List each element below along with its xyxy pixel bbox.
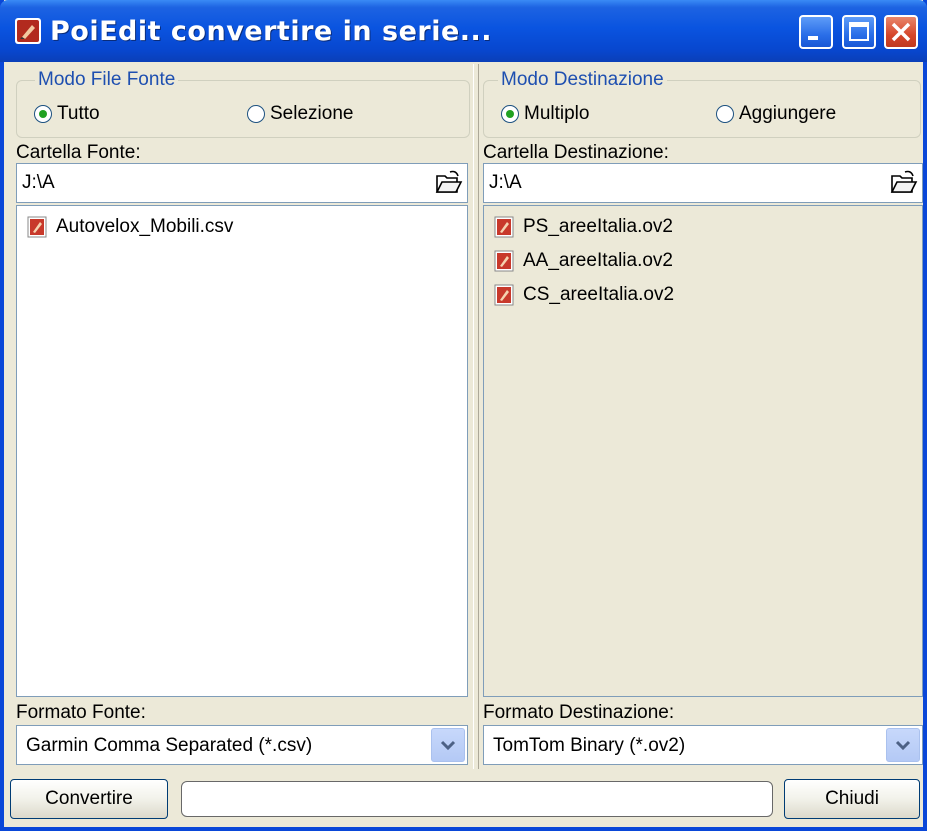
source-radio-selezione[interactable]: Selezione	[247, 103, 353, 125]
maximize-icon	[849, 22, 869, 41]
destination-folder-path-field[interactable]: J:\A	[483, 163, 923, 203]
list-item[interactable]: PS_areeItalia.ov2	[494, 216, 673, 238]
poi-file-icon	[494, 216, 514, 238]
source-radio-tutto-label: Tutto	[57, 103, 100, 124]
poi-file-icon	[494, 284, 514, 306]
close-dialog-button[interactable]: Chiudi	[784, 779, 920, 819]
destination-format-label: Formato Destinazione:	[483, 702, 675, 723]
destination-format-value: TomTom Binary (*.ov2)	[493, 735, 686, 756]
destination-folder-path: J:\A	[489, 172, 522, 193]
source-folder-path-field[interactable]: J:\A	[16, 163, 468, 203]
source-format-select[interactable]: Garmin Comma Separated (*.csv)	[16, 725, 468, 765]
destination-format-select[interactable]: TomTom Binary (*.ov2)	[483, 725, 923, 765]
radio-checked-icon	[34, 105, 52, 123]
list-item[interactable]: Autovelox_Mobili.csv	[27, 216, 233, 238]
source-file-list[interactable]: Autovelox_Mobili.csv	[16, 205, 468, 697]
source-folder-path: J:\A	[22, 172, 55, 193]
destination-radio-aggiungere-label: Aggiungere	[739, 103, 837, 124]
list-item[interactable]: CS_areeItalia.ov2	[494, 284, 674, 306]
source-radio-selezione-label: Selezione	[270, 103, 354, 124]
radio-checked-icon	[501, 105, 519, 123]
source-mode-legend: Modo File Fonte	[35, 69, 179, 91]
open-folder-icon[interactable]	[434, 168, 464, 198]
radio-unchecked-icon	[716, 105, 734, 123]
poi-file-icon	[494, 250, 514, 272]
close-button[interactable]	[884, 15, 918, 49]
destination-file-list[interactable]: PS_areeItalia.ov2 AA_areeItalia.ov2 CS_a…	[483, 205, 923, 697]
conversion-progress-bar	[181, 781, 773, 817]
poi-file-icon	[27, 216, 47, 238]
destination-file-name: CS_areeItalia.ov2	[523, 284, 675, 305]
destination-radio-multiplo-label: Multiplo	[524, 103, 590, 124]
chevron-down-icon	[440, 740, 456, 751]
list-item[interactable]: AA_areeItalia.ov2	[494, 250, 673, 272]
destination-folder-label: Cartella Destinazione:	[483, 142, 669, 163]
open-folder-icon[interactable]	[889, 168, 919, 198]
poiedit-app-icon	[15, 18, 41, 44]
source-format-label: Formato Fonte:	[16, 702, 146, 723]
minimize-button[interactable]	[799, 15, 833, 49]
chevron-down-icon	[895, 740, 911, 751]
window-title: PoiEdit convertire in serie...	[50, 16, 493, 47]
destination-mode-legend: Modo Destinazione	[498, 69, 667, 91]
minimize-icon	[808, 36, 818, 40]
source-format-dropdown-button[interactable]	[431, 728, 465, 762]
close-icon	[891, 22, 911, 42]
destination-file-name: AA_areeItalia.ov2	[523, 250, 673, 271]
convert-button[interactable]: Convertire	[10, 779, 168, 819]
destination-radio-aggiungere[interactable]: Aggiungere	[716, 103, 836, 125]
destination-format-dropdown-button[interactable]	[886, 728, 920, 762]
source-format-value: Garmin Comma Separated (*.csv)	[26, 735, 313, 756]
converter-window: PoiEdit convertire in serie... Modo File…	[0, 0, 927, 831]
destination-file-name: PS_areeItalia.ov2	[523, 216, 673, 237]
title-bar[interactable]: PoiEdit convertire in serie...	[0, 0, 927, 62]
source-radio-tutto[interactable]: Tutto	[34, 103, 100, 125]
source-file-name: Autovelox_Mobili.csv	[56, 216, 234, 237]
destination-radio-multiplo[interactable]: Multiplo	[501, 103, 589, 125]
radio-unchecked-icon	[247, 105, 265, 123]
source-folder-label: Cartella Fonte:	[16, 142, 141, 163]
maximize-button[interactable]	[842, 15, 876, 49]
pane-splitter[interactable]	[473, 64, 479, 769]
